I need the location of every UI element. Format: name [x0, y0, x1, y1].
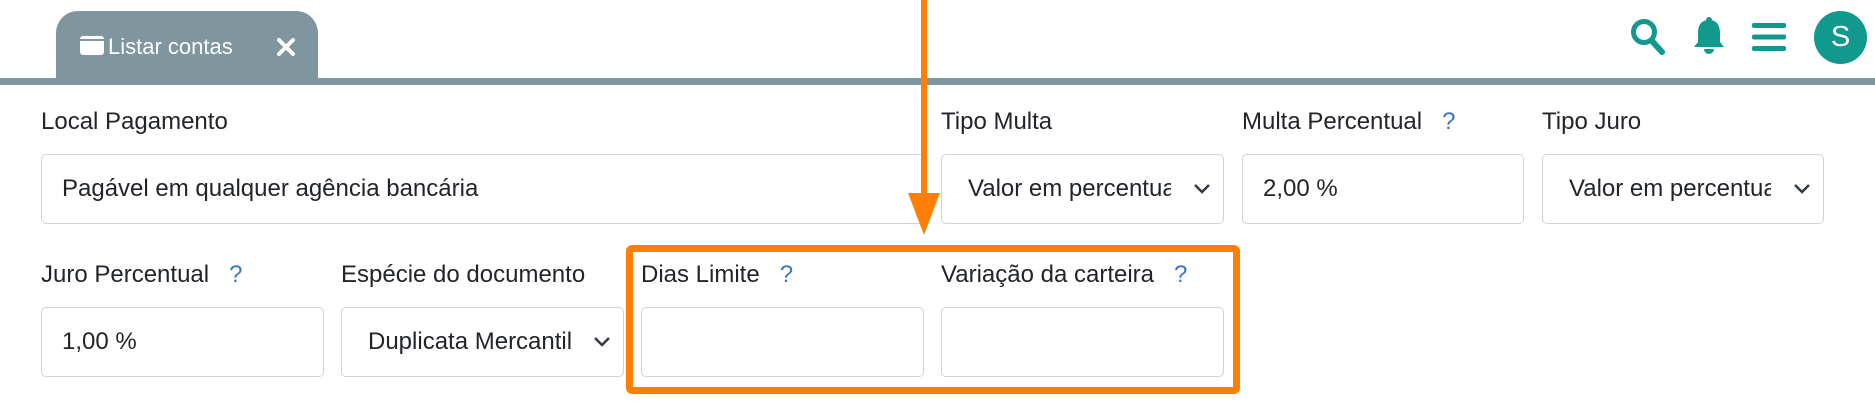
especie-documento-label: Espécie do documento [341, 261, 586, 288]
multa-percentual-label: Multa Percentual? [1242, 108, 1456, 135]
avatar[interactable]: S [1814, 11, 1867, 64]
chevron-down-icon [594, 337, 610, 347]
menu-icon[interactable] [1752, 22, 1786, 52]
local-pagamento-input[interactable]: Pagável em qualquer agência bancária [41, 154, 926, 224]
chevron-down-icon [1794, 184, 1810, 194]
especie-documento-select[interactable]: Duplicata Mercantil [341, 307, 624, 377]
juro-percentual-label: Juro Percentual? [41, 261, 243, 288]
close-icon[interactable] [274, 35, 298, 59]
bell-icon[interactable] [1693, 17, 1725, 55]
help-icon[interactable]: ? [1442, 108, 1455, 135]
header-divider [0, 78, 1875, 85]
annotation-arrow-head [908, 193, 940, 235]
search-icon[interactable] [1630, 18, 1666, 56]
tipo-juro-label: Tipo Juro [1542, 108, 1642, 135]
wallet-icon [80, 36, 104, 55]
multa-percentual-input[interactable]: 2,00 % [1242, 154, 1524, 224]
tipo-multa-select[interactable]: Valor em percentual [941, 154, 1224, 224]
annotation-highlight-box [626, 245, 1240, 394]
juro-percentual-input[interactable]: 1,00 % [41, 307, 324, 377]
help-icon[interactable]: ? [229, 261, 242, 288]
annotation-arrow-line [921, 0, 927, 200]
tipo-juro-select[interactable]: Valor em percentual [1542, 154, 1824, 224]
chevron-down-icon [1194, 184, 1210, 194]
tipo-multa-label: Tipo Multa [941, 108, 1053, 135]
local-pagamento-label: Local Pagamento [41, 108, 228, 135]
tab-label: Listar contas [108, 34, 233, 59]
tab-listar-contas[interactable]: Listar contas [56, 11, 318, 78]
